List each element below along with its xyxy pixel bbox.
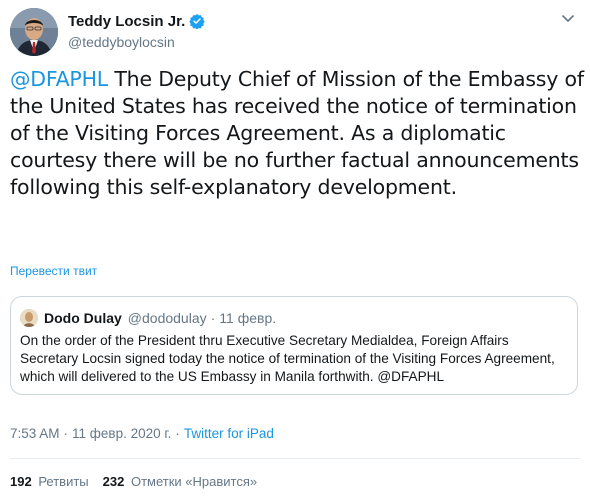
quoted-author-avatar	[20, 309, 38, 327]
author-display-name[interactable]: Teddy Locsin Jr.	[68, 13, 185, 30]
likes-label: Отметки «Нравится»	[130, 474, 258, 489]
mention-link[interactable]: @DFAPHL	[10, 67, 108, 91]
meta-separator-1: ·	[63, 426, 69, 441]
tweet-text: @DFAPHL The Deputy Chief of Mission of t…	[10, 66, 585, 201]
likes-count: 232	[102, 474, 125, 489]
tweet-stats: 192 Ретвиты 232 Отметки «Нравится»	[10, 474, 271, 489]
quoted-tweet-text: On the order of the President thru Execu…	[20, 333, 555, 384]
quoted-separator: ·	[210, 310, 216, 326]
retweets-stat[interactable]: 192 Ретвиты	[10, 474, 89, 489]
author-avatar[interactable]	[10, 8, 58, 56]
chevron-down-icon[interactable]	[560, 10, 576, 26]
tweet-card: Teddy Locsin Jr. @teddyboylocsin @DFAPHL…	[0, 0, 590, 498]
tweet-metadata: 7:53 AM · 11 февр. 2020 г. · Twitter for…	[10, 426, 274, 441]
quoted-tweet-header: Dodo Dulay @dododulay · 11 февр.	[20, 309, 276, 327]
quoted-date: 11 февр.	[219, 310, 277, 326]
author-handle[interactable]: @teddyboylocsin	[68, 34, 205, 50]
retweets-count: 192	[10, 474, 32, 489]
stats-divider	[10, 458, 580, 459]
likes-stat[interactable]: 232 Отметки «Нравится»	[103, 474, 257, 489]
quoted-author-name: Dodo Dulay	[44, 310, 122, 326]
quoted-author-handle: @dododulay	[127, 310, 207, 326]
meta-separator-2: ·	[175, 426, 180, 441]
tweet-source-link[interactable]: Twitter for iPad	[184, 426, 274, 441]
quoted-tweet[interactable]: Dodo Dulay @dododulay · 11 февр. On the …	[10, 296, 578, 395]
verified-badge-icon	[189, 13, 205, 30]
tweet-date[interactable]: 11 февр. 2020 г.	[72, 426, 171, 441]
display-name-row: Teddy Locsin Jr.	[68, 11, 205, 31]
author-names: Teddy Locsin Jr. @teddyboylocsin	[68, 11, 205, 50]
tweet-header: Teddy Locsin Jr. @teddyboylocsin	[10, 8, 580, 56]
retweets-label: Ретвиты	[38, 474, 89, 489]
tweet-time[interactable]: 7:53 AM	[10, 426, 60, 441]
translate-tweet-link[interactable]: Перевести твит	[10, 264, 97, 278]
